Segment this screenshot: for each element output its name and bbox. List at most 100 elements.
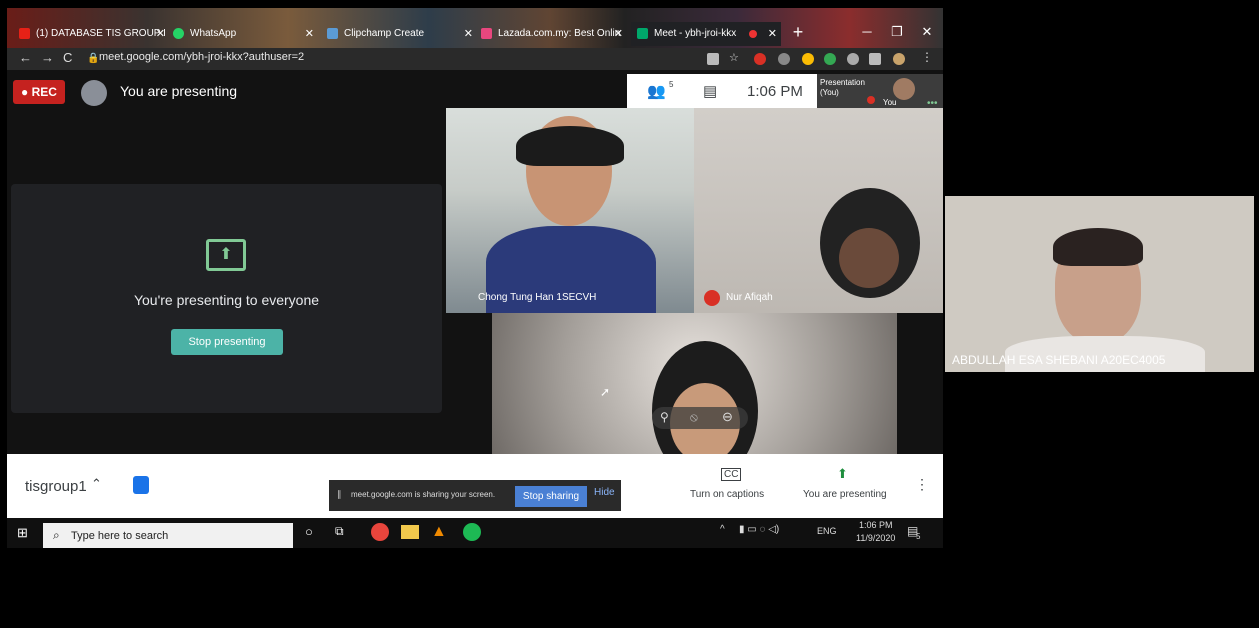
tab-label: Clipchamp Create: [344, 28, 425, 39]
address-bar: ← → C 🔒 meet.google.com/ybh-jroi-kkx?aut…: [7, 48, 943, 70]
mic-off-icon[interactable]: ⦸: [690, 410, 698, 425]
self-tile[interactable]: Presentation (You) You •••: [817, 74, 943, 110]
tab-label: (1) DATABASE TIS GROUP I: [36, 28, 166, 39]
tray-icons[interactable]: ▮ ▭ ◌ ◁): [739, 524, 779, 535]
file-explorer-icon[interactable]: [401, 525, 419, 539]
avatar: [81, 80, 107, 106]
playlist-icon[interactable]: [869, 53, 881, 65]
cursor-icon: ➚: [600, 385, 611, 399]
close-icon[interactable]: ✕: [614, 22, 623, 46]
close-icon[interactable]: ✕: [768, 22, 777, 46]
rec-badge: ● REC: [13, 80, 65, 104]
tab-label: WhatsApp: [190, 28, 237, 39]
meeting-code[interactable]: tisgroup1: [25, 478, 87, 495]
participant-tile[interactable]: Chong Tung Han 1SECVH: [446, 108, 694, 313]
whatsapp-icon: [173, 27, 184, 39]
abp-extension-icon[interactable]: [754, 53, 766, 65]
close-icon[interactable]: ✕: [464, 22, 473, 46]
remove-icon[interactable]: ⊖: [722, 409, 733, 425]
participant-tile[interactable]: ⚲ ⦸ ⊖ ➚: [492, 313, 897, 454]
black-bar: [7, 548, 943, 624]
menu-icon[interactable]: ⋮: [921, 50, 933, 64]
back-icon[interactable]: ←: [19, 50, 32, 65]
recording-dot-icon: [749, 30, 757, 38]
close-icon[interactable]: ✕: [305, 22, 314, 46]
pause-icon: ∥: [337, 489, 342, 499]
chrome-icon[interactable]: [371, 523, 389, 541]
tab-label: Meet - ybh-jroi-kkx: [654, 28, 737, 39]
taskbar-search[interactable]: ⌕ Type here to search: [43, 523, 293, 549]
chat-icon[interactable]: ▤: [703, 82, 717, 100]
mic-off-icon: [704, 290, 720, 306]
extension-icon[interactable]: [824, 53, 836, 65]
puzzle-icon[interactable]: [847, 53, 859, 65]
shield-icon[interactable]: [133, 476, 149, 494]
self-name: You: [883, 98, 897, 107]
vlc-icon[interactable]: ▲: [431, 523, 447, 541]
camera-icon[interactable]: [707, 53, 719, 65]
maximize-button[interactable]: ❐: [885, 22, 909, 42]
clock-date[interactable]: 11/9/2020: [856, 533, 895, 543]
screen-recording: (1) DATABASE TIS GROUP I ✕ WhatsApp ✕ Cl…: [7, 8, 943, 624]
participant-tile[interactable]: Nur Afiqah: [694, 108, 943, 313]
self-tile-label: Presentation (You): [820, 78, 865, 97]
spotify-icon[interactable]: [463, 523, 481, 541]
captions-icon[interactable]: CC: [721, 468, 742, 481]
cortana-icon[interactable]: ○: [305, 524, 313, 539]
more-options-icon[interactable]: ⋮: [915, 476, 929, 493]
clock-time[interactable]: 1:06 PM: [859, 520, 893, 530]
new-tab-button[interactable]: +: [786, 22, 810, 42]
present-screen-icon: ⬆: [206, 239, 246, 271]
tab-whatsapp[interactable]: WhatsApp ✕: [173, 22, 318, 46]
stop-sharing-button[interactable]: Stop sharing: [515, 486, 587, 507]
tray-chevron-icon[interactable]: ^: [720, 524, 725, 535]
pin-icon[interactable]: ⚲: [660, 410, 669, 424]
search-input[interactable]: Type here to search: [71, 530, 168, 542]
tab-clipchamp[interactable]: Clipchamp Create ✕: [327, 22, 477, 46]
tab-meet[interactable]: Meet - ybh-jroi-kkx ✕: [631, 22, 781, 46]
tab-lazada[interactable]: Lazada.com.my: Best Onlin ✕: [481, 22, 627, 46]
stop-presenting-button[interactable]: Stop presenting: [171, 329, 283, 355]
search-icon: ⌕: [53, 528, 60, 542]
presenting-status: You are presenting: [120, 83, 238, 99]
star-icon[interactable]: ☆: [729, 51, 741, 64]
close-icon[interactable]: ✕: [156, 22, 165, 46]
meet-icon: [637, 27, 648, 39]
lock-icon: 🔒: [87, 53, 100, 64]
chevron-up-icon[interactable]: ⌃: [91, 476, 102, 492]
extension-icon[interactable]: [778, 53, 790, 65]
tile-controls: ⚲ ⦸ ⊖: [652, 407, 748, 429]
clipchamp-icon: [327, 27, 338, 39]
minimize-button[interactable]: ─: [855, 22, 879, 42]
sharing-notice-text: meet.google.com is sharing your screen.: [351, 490, 496, 499]
tab-label: Lazada.com.my: Best Onlin: [498, 28, 621, 39]
participant-tile[interactable]: [945, 196, 1254, 372]
window-close-button[interactable]: ✕: [915, 22, 939, 42]
rec-label: REC: [31, 85, 57, 99]
task-view-icon[interactable]: ⧉: [335, 524, 344, 539]
forward-icon[interactable]: →: [41, 50, 54, 65]
language-indicator[interactable]: ENG: [817, 526, 837, 536]
notification-count: 5: [916, 532, 921, 541]
meet-top-controls: 👥 5 ▤ 1:06 PM: [627, 74, 817, 110]
extension-icon[interactable]: [802, 53, 814, 65]
tab-youtube[interactable]: (1) DATABASE TIS GROUP I ✕: [19, 22, 169, 46]
participant-name: ABDULLAH ESA SHEBANI A20EC4005: [952, 353, 1166, 367]
avatar: [893, 78, 915, 100]
participant-name: Chong Tung Han 1SECVH: [478, 292, 597, 303]
profile-avatar[interactable]: [893, 53, 905, 65]
windows-start-icon[interactable]: ⊞: [17, 525, 28, 541]
youtube-icon: [19, 27, 30, 39]
captions-label[interactable]: Turn on captions: [690, 489, 764, 500]
meeting-time: 1:06 PM: [747, 83, 803, 100]
present-screen-icon[interactable]: ⬆: [837, 466, 848, 482]
lazada-icon: [481, 27, 492, 39]
hide-button[interactable]: Hide: [594, 487, 615, 498]
url-field[interactable]: meet.google.com/ybh-jroi-kkx?authuser=2: [99, 51, 304, 63]
participant-name: Nur Afiqah: [726, 292, 773, 303]
you-are-presenting-label[interactable]: You are presenting: [803, 489, 887, 500]
people-icon[interactable]: 👥: [647, 82, 666, 100]
mic-off-icon: [867, 96, 875, 104]
reload-icon[interactable]: C: [63, 50, 72, 65]
browser-tab-bar: (1) DATABASE TIS GROUP I ✕ WhatsApp ✕ Cl…: [7, 8, 943, 48]
